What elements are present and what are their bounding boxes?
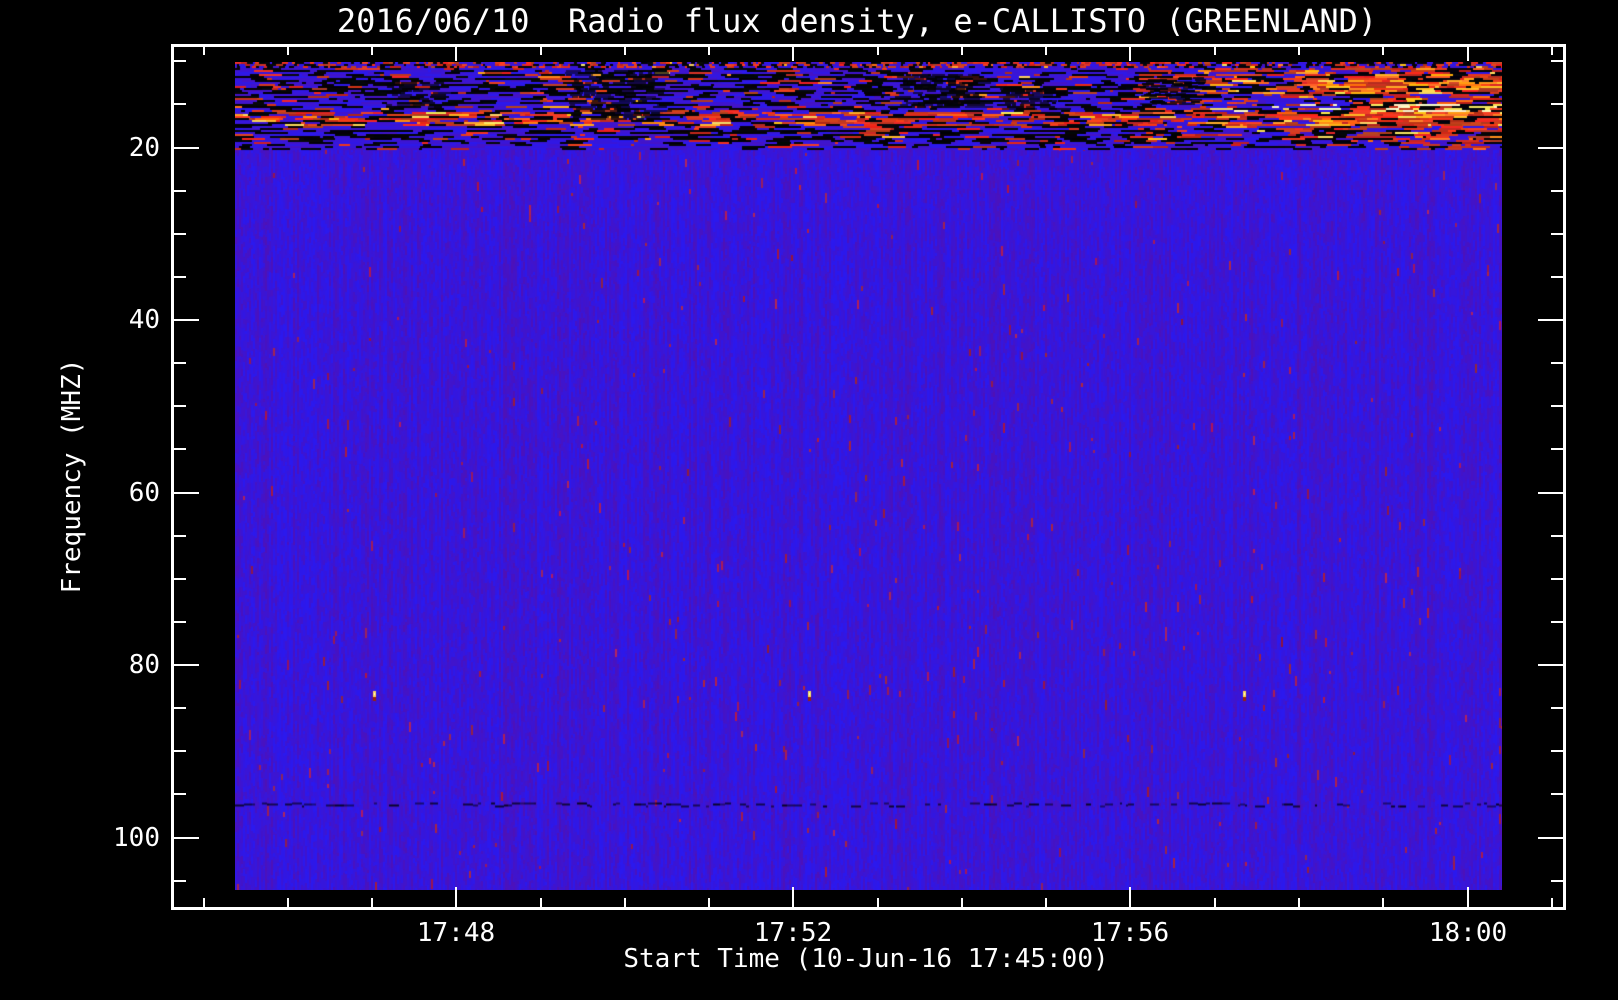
y-tick-label: 40 <box>128 305 160 335</box>
y-minor-tick-left <box>174 362 186 364</box>
y-minor-tick-left <box>174 405 186 407</box>
x-major-tick-bottom <box>1467 887 1469 907</box>
x-minor-tick-bottom <box>624 898 626 907</box>
y-minor-tick-right <box>1551 880 1563 882</box>
y-minor-tick-left <box>174 535 186 537</box>
y-major-tick-left <box>174 319 199 321</box>
x-minor-tick-top <box>624 47 626 55</box>
y-major-tick-left <box>174 147 199 149</box>
x-minor-tick-bottom <box>961 898 963 907</box>
y-minor-tick-left <box>174 448 186 450</box>
x-major-tick-bottom <box>792 887 794 907</box>
y-minor-tick-right <box>1551 448 1563 450</box>
y-minor-tick-right <box>1551 750 1563 752</box>
x-minor-tick-bottom <box>1551 898 1553 907</box>
y-tick-label: 100 <box>113 823 160 853</box>
x-minor-tick-bottom <box>877 898 879 907</box>
x-major-tick-top <box>455 47 457 61</box>
y-minor-tick-left <box>174 276 186 278</box>
x-minor-tick-top <box>1214 47 1216 55</box>
x-major-tick-top <box>1467 47 1469 61</box>
x-minor-tick-top <box>371 47 373 55</box>
y-major-tick-right <box>1538 319 1563 321</box>
y-tick-label: 20 <box>128 133 160 163</box>
x-minor-tick-bottom <box>1298 898 1300 907</box>
y-minor-tick-left <box>174 750 186 752</box>
x-axis-title: Start Time (10-Jun-16 17:45:00) <box>623 944 1109 974</box>
y-minor-tick-left <box>174 793 186 795</box>
plot-frame-left <box>171 44 174 910</box>
x-minor-tick-top <box>961 47 963 55</box>
x-tick-label: 17:48 <box>416 918 496 948</box>
x-minor-tick-top <box>1382 47 1384 55</box>
x-tick-label: 17:56 <box>1090 918 1170 948</box>
x-minor-tick-bottom <box>1214 898 1216 907</box>
x-minor-tick-bottom <box>287 898 289 907</box>
y-minor-tick-right <box>1551 190 1563 192</box>
y-minor-tick-right <box>1551 405 1563 407</box>
x-minor-tick-bottom <box>203 898 205 907</box>
y-minor-tick-right <box>1551 793 1563 795</box>
x-minor-tick-bottom <box>708 898 710 907</box>
x-minor-tick-top <box>540 47 542 55</box>
y-minor-tick-right <box>1551 103 1563 105</box>
plot-frame-top <box>171 44 1566 47</box>
x-minor-tick-top <box>877 47 879 55</box>
spectrogram-chart: 2016/06/10 Radio flux density, e-CALLIST… <box>0 0 1618 1000</box>
chart-title: 2016/06/10 Radio flux density, e-CALLIST… <box>336 2 1378 40</box>
x-minor-tick-top <box>1298 47 1300 55</box>
y-minor-tick-right <box>1551 535 1563 537</box>
y-major-tick-right <box>1538 492 1563 494</box>
y-major-tick-left <box>174 837 199 839</box>
x-major-tick-bottom <box>455 887 457 907</box>
y-minor-tick-left <box>174 621 186 623</box>
x-major-tick-top <box>792 47 794 61</box>
y-major-tick-right <box>1538 664 1563 666</box>
y-minor-tick-left <box>174 190 186 192</box>
y-minor-tick-right <box>1551 707 1563 709</box>
y-major-tick-left <box>174 664 199 666</box>
spectrogram-canvas <box>235 62 1502 890</box>
x-tick-label: 17:52 <box>753 918 833 948</box>
y-tick-label: 60 <box>128 478 160 508</box>
x-minor-tick-top <box>287 47 289 55</box>
x-minor-tick-top <box>1045 47 1047 55</box>
y-axis-title: Frequency (MHZ) <box>57 358 87 594</box>
x-major-tick-bottom <box>1129 887 1131 907</box>
plot-frame-bottom <box>171 907 1566 910</box>
y-minor-tick-left <box>174 103 186 105</box>
y-minor-tick-left <box>174 60 186 62</box>
y-minor-tick-left <box>174 880 186 882</box>
y-minor-tick-right <box>1551 60 1563 62</box>
y-major-tick-right <box>1538 837 1563 839</box>
x-minor-tick-bottom <box>540 898 542 907</box>
y-minor-tick-right <box>1551 233 1563 235</box>
x-minor-tick-bottom <box>371 898 373 907</box>
y-minor-tick-right <box>1551 578 1563 580</box>
x-minor-tick-top <box>708 47 710 55</box>
x-major-tick-top <box>1129 47 1131 61</box>
y-tick-label: 80 <box>128 650 160 680</box>
y-minor-tick-right <box>1551 362 1563 364</box>
y-major-tick-right <box>1538 147 1563 149</box>
y-minor-tick-left <box>174 707 186 709</box>
x-minor-tick-top <box>1551 47 1553 55</box>
x-tick-label: 18:00 <box>1428 918 1508 948</box>
x-minor-tick-top <box>203 47 205 55</box>
plot-frame-right <box>1563 44 1566 910</box>
y-minor-tick-right <box>1551 621 1563 623</box>
y-minor-tick-right <box>1551 276 1563 278</box>
y-minor-tick-left <box>174 578 186 580</box>
y-major-tick-left <box>174 492 199 494</box>
y-minor-tick-left <box>174 233 186 235</box>
x-minor-tick-bottom <box>1382 898 1384 907</box>
x-minor-tick-bottom <box>1045 898 1047 907</box>
